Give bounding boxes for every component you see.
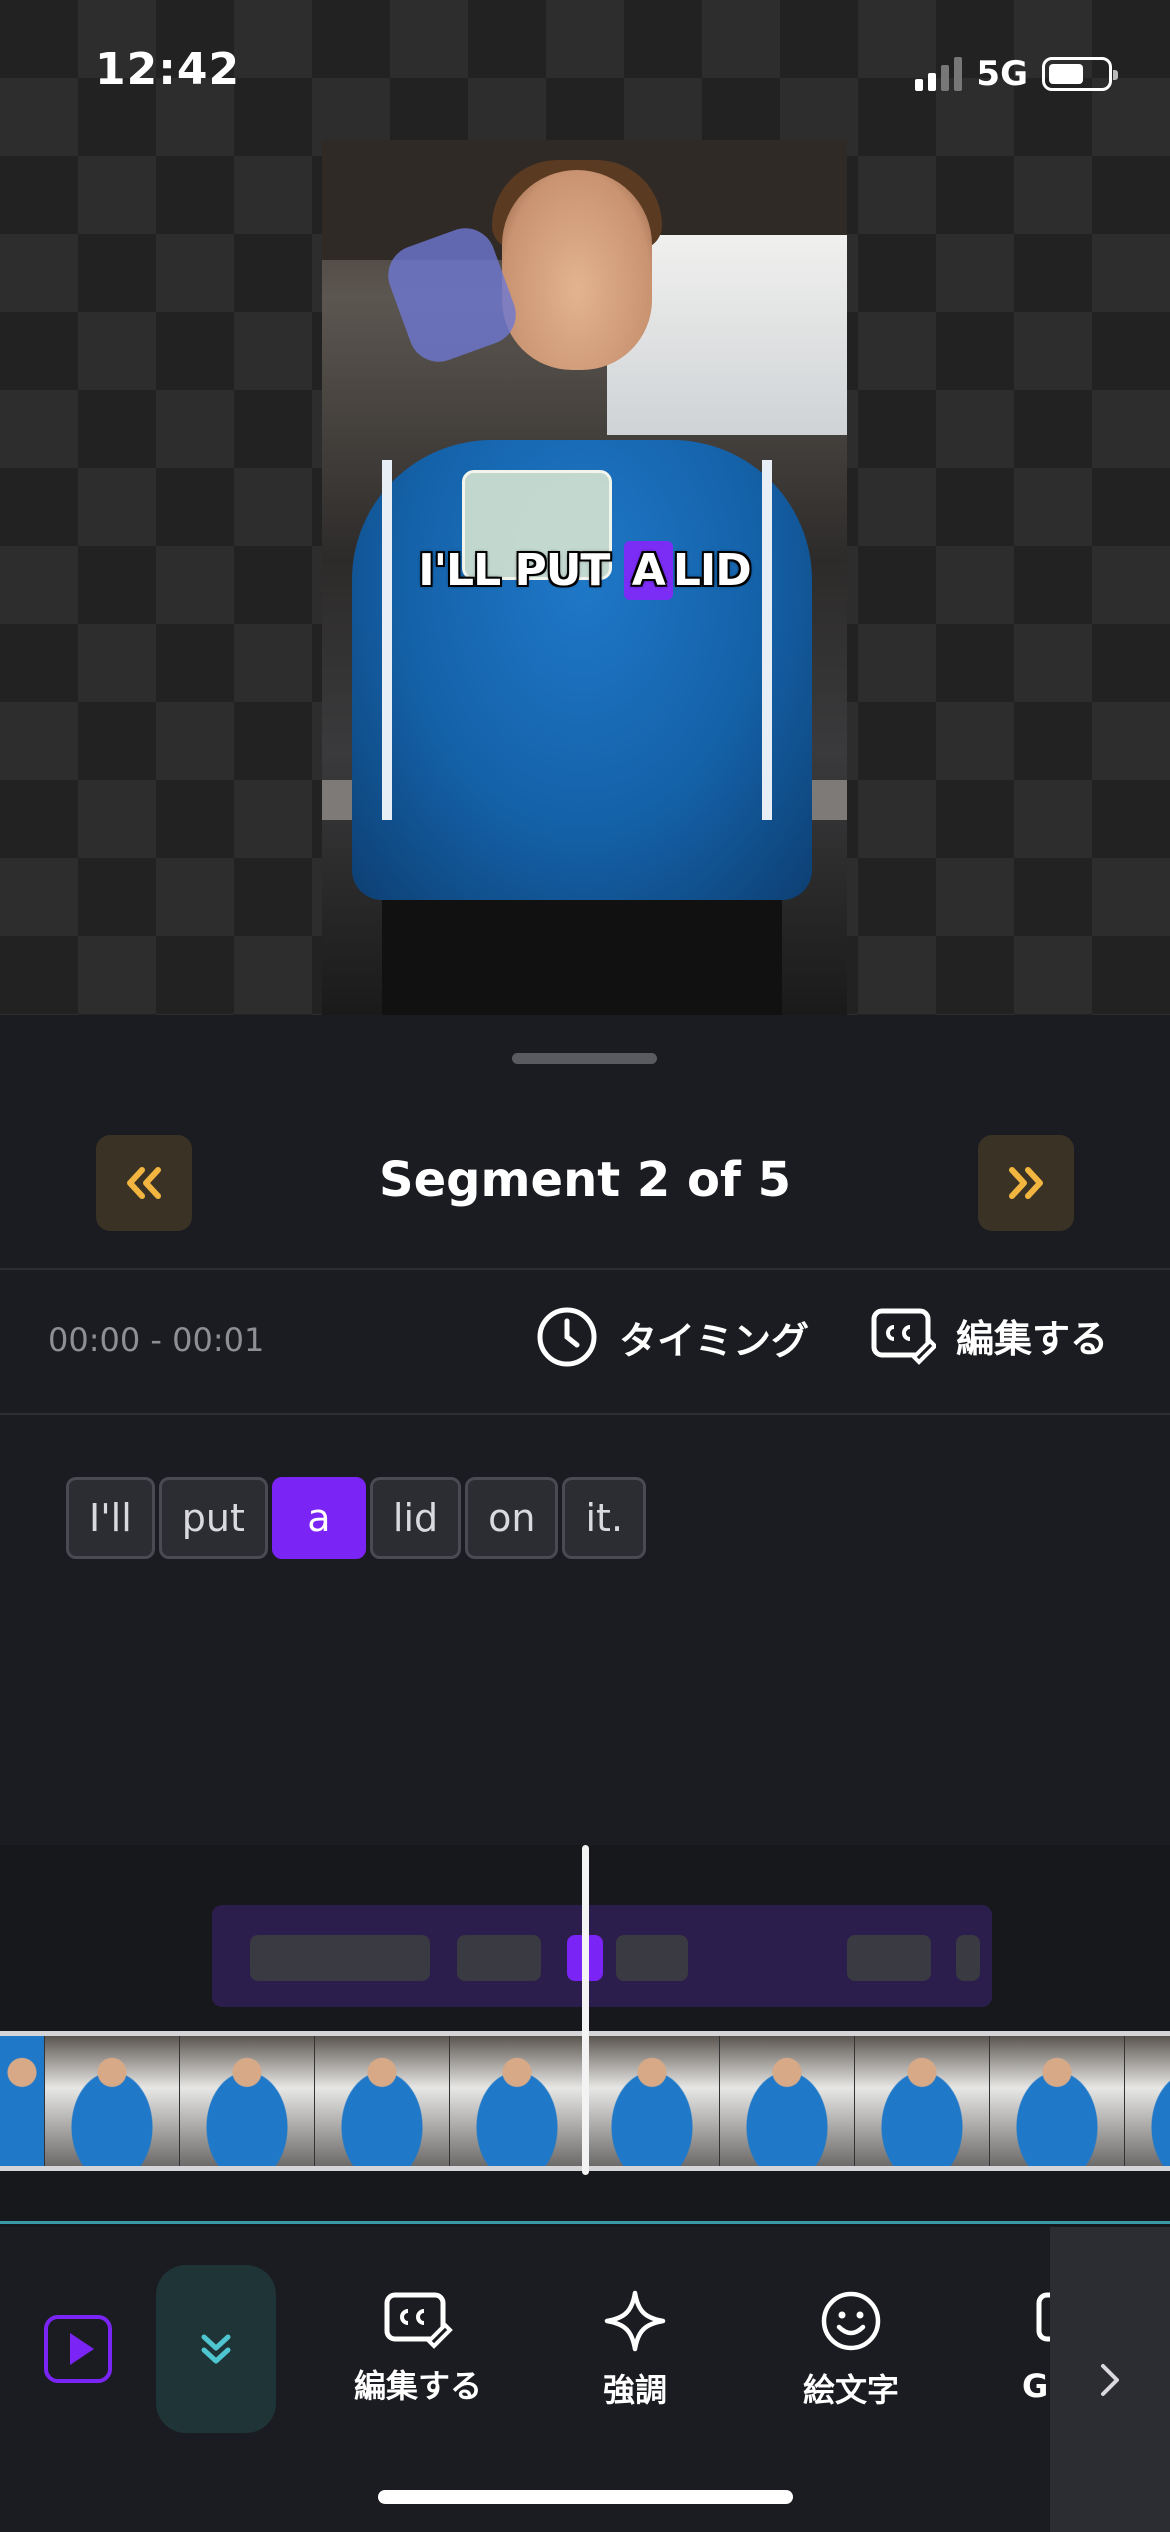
word-chip[interactable]: put: [158, 1477, 268, 1559]
double-chevron-right-icon: [1009, 1167, 1043, 1199]
caption-block[interactable]: [616, 1935, 688, 1981]
film-frame: [990, 2036, 1125, 2166]
play-button[interactable]: [44, 2315, 112, 2383]
smiley-icon: [821, 2291, 881, 2351]
word-chip-active[interactable]: a: [271, 1477, 366, 1559]
film-frame: [45, 2036, 180, 2166]
toolbar-emoji-button[interactable]: 絵文字: [756, 2289, 946, 2411]
cc-edit-icon: [871, 1308, 936, 1365]
status-icons: 5G: [915, 54, 1118, 94]
film-frame: [720, 2036, 855, 2166]
home-indicator[interactable]: [378, 2490, 793, 2504]
word-chip[interactable]: I'll: [66, 1477, 155, 1559]
caption-block[interactable]: [250, 1935, 430, 1981]
toolbar-emphasis-label: 強調: [602, 2371, 667, 2409]
cc-edit-icon: [384, 2292, 453, 2349]
film-frame: [315, 2036, 450, 2166]
edit-caption-button[interactable]: 編集する: [870, 1305, 1108, 1365]
caption-track[interactable]: [212, 1905, 992, 2007]
toolbar-emphasis-button[interactable]: 強調: [540, 2289, 730, 2411]
network-label: 5G: [976, 54, 1028, 94]
status-time: 12:42: [95, 44, 241, 95]
word-chip[interactable]: on: [465, 1477, 559, 1559]
word-chip[interactable]: lid: [369, 1477, 462, 1559]
film-frame: [180, 2036, 315, 2166]
chevron-right-icon: [1101, 2363, 1119, 2396]
toolbar-edit-button[interactable]: 編集する: [323, 2289, 513, 2407]
caption-post: LID: [672, 545, 752, 596]
timeline[interactable]: [0, 1845, 1170, 2227]
caption-highlight: A: [623, 541, 673, 600]
signal-icon: [915, 57, 963, 91]
video-preview-area: 12:42 5G I'LL PUT A LID: [0, 0, 1170, 1015]
double-chevron-down-icon: [201, 2334, 231, 2364]
timing-label: タイミング: [619, 1318, 810, 1363]
collapse-button[interactable]: [156, 2265, 276, 2433]
video-caption: I'LL PUT A LID: [322, 541, 847, 600]
film-frame: [585, 2036, 720, 2166]
toolbar-edit-label: 編集する: [353, 2367, 482, 2405]
caption-block[interactable]: [847, 1935, 931, 1981]
word-chips: I'll put a lid on it.: [66, 1477, 647, 1559]
clock-icon: [537, 1307, 597, 1367]
film-frame: [450, 2036, 585, 2166]
playhead[interactable]: [582, 1845, 589, 2175]
bottom-toolbar: 編集する 強調 絵文字 G: [0, 2227, 1170, 2532]
divider: [0, 1268, 1170, 1270]
timeline-divider: [0, 2221, 1170, 2224]
timing-button[interactable]: タイミング: [535, 1305, 809, 1369]
caption-pre: I'LL PUT: [418, 545, 610, 596]
film-frame: [1125, 2036, 1170, 2166]
battery-icon: [1042, 57, 1118, 91]
drag-handle[interactable]: [512, 1053, 657, 1064]
divider: [0, 1413, 1170, 1415]
caption-block[interactable]: [956, 1935, 980, 1981]
toolbar-scroll-button[interactable]: [1050, 2227, 1170, 2532]
video-frame[interactable]: I'LL PUT A LID: [322, 140, 847, 1015]
edit-label: 編集する: [956, 1316, 1109, 1361]
toolbar-more-label: G: [1022, 2367, 1049, 2405]
segment-time-range: 00:00 - 00:01: [48, 1321, 265, 1359]
next-segment-button[interactable]: [978, 1135, 1074, 1231]
sparkle-icon: [604, 2290, 666, 2352]
film-frame: [0, 2036, 45, 2166]
caption-block[interactable]: [457, 1935, 541, 1981]
word-chip[interactable]: it.: [562, 1477, 647, 1559]
toolbar-emoji-label: 絵文字: [802, 2371, 899, 2409]
film-frame: [855, 2036, 990, 2166]
